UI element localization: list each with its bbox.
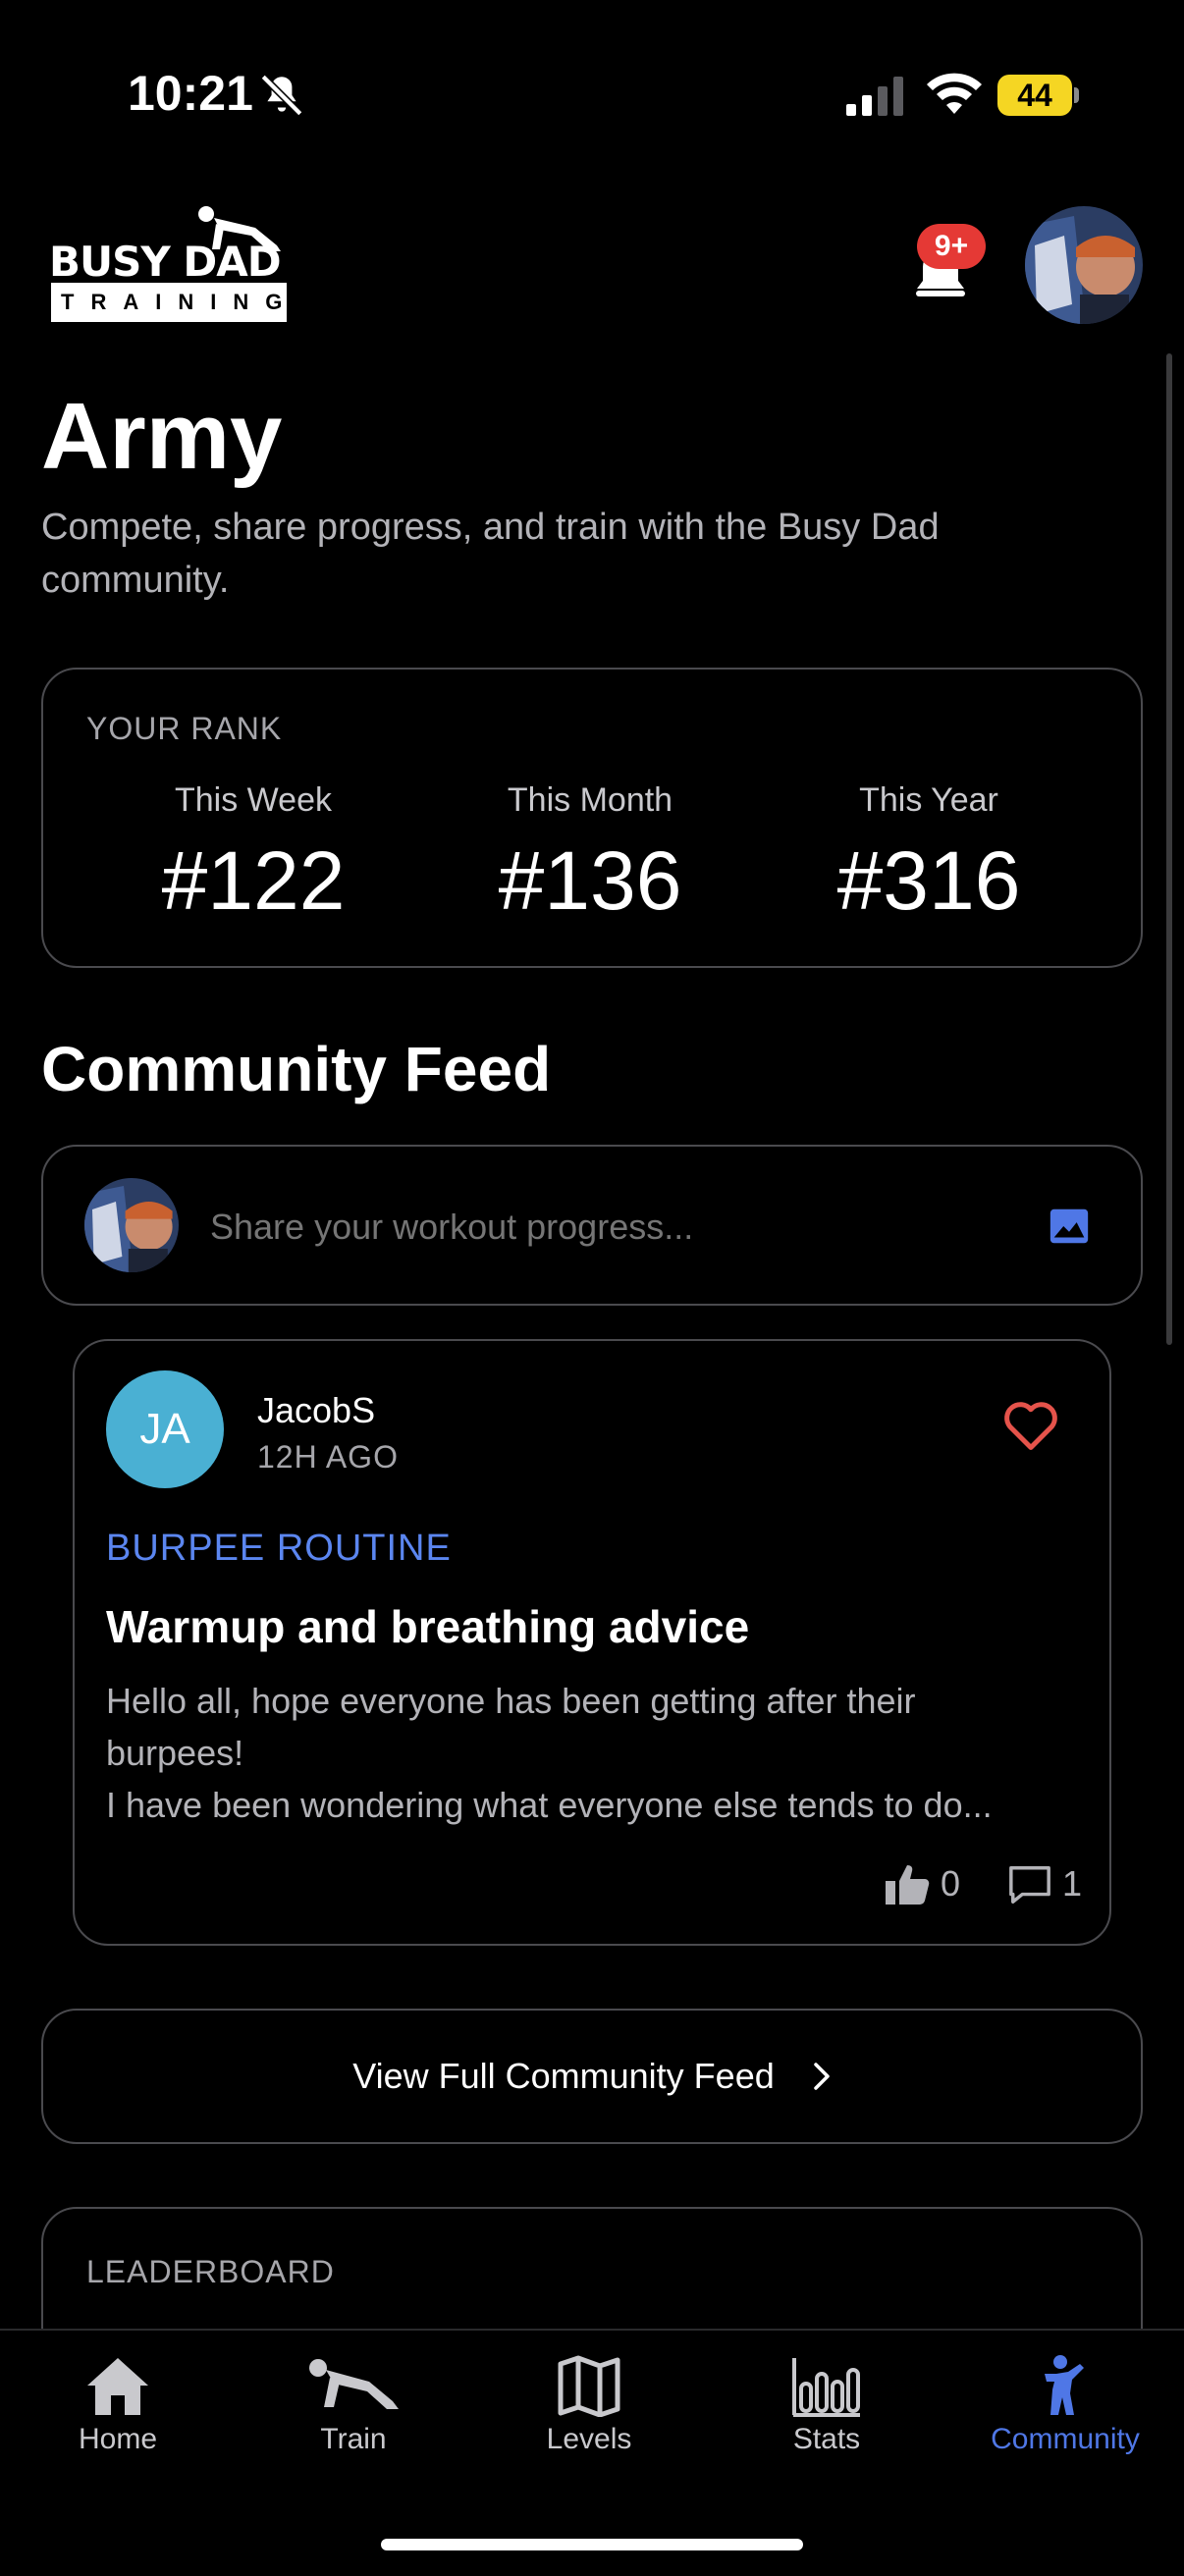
community-feed-title: Community Feed (41, 1034, 552, 1104)
rank-value: #122 (161, 834, 346, 927)
tab-label: Home (78, 2423, 158, 2455)
heart-icon[interactable] (1001, 1398, 1060, 1453)
composer-avatar-photo (84, 1178, 179, 1272)
rank-period-label: This Year (859, 781, 998, 819)
rank-value: #316 (836, 834, 1021, 927)
tab-label: Levels (546, 2423, 632, 2455)
bar-chart-icon (792, 2358, 860, 2417)
tab-label: Train (320, 2423, 387, 2455)
like-count: 0 (941, 1863, 961, 1904)
tab-train[interactable]: Train (255, 2354, 452, 2456)
page-title: Army (41, 384, 283, 489)
wifi-icon (927, 73, 982, 114)
page-subtitle: Compete, share progress, and train with … (41, 507, 940, 601)
view-full-feed-label: View Full Community Feed (352, 2056, 775, 2096)
leaderboard-label: LEADERBOARD (86, 2254, 335, 2289)
tab-levels[interactable]: Levels (491, 2354, 687, 2456)
post-body-line: burpees! (106, 1733, 244, 1773)
post-title[interactable]: Warmup and breathing advice (106, 1600, 749, 1653)
home-indicator[interactable] (381, 2539, 803, 2550)
logo-text-bottom: TRAINING (51, 283, 287, 322)
post-author-name[interactable]: JacobS (257, 1390, 375, 1431)
rank-period-label: This Week (175, 781, 332, 819)
home-icon (87, 2358, 148, 2415)
rank-value: #136 (498, 834, 682, 927)
post-author-avatar[interactable]: JA (106, 1370, 224, 1488)
view-full-feed-button[interactable]: View Full Community Feed (41, 2009, 1143, 2144)
rank-this-year: This Year #316 (781, 781, 1076, 929)
rank-this-week: This Week #122 (106, 781, 401, 929)
post-body-line: Hello all, hope everyone has been gettin… (106, 1681, 916, 1721)
tab-label: Community (991, 2423, 1140, 2455)
profile-photo (1025, 206, 1143, 324)
tab-label: Stats (792, 2423, 861, 2455)
post-body-line: I have been wondering what everyone else… (106, 1785, 993, 1825)
comment-icon[interactable] (1007, 1863, 1052, 1906)
profile-avatar[interactable] (1025, 206, 1143, 324)
post-category[interactable]: BURPEE ROUTINE (106, 1528, 452, 1570)
busy-dad-logo[interactable]: BUSY DAD TRAINING (49, 204, 291, 322)
notification-badge: 9+ (917, 224, 986, 269)
comment-count: 1 (1062, 1863, 1083, 1904)
logo-text-top: BUSY DAD (49, 238, 282, 286)
tab-home[interactable]: Home (20, 2354, 216, 2456)
rank-this-month: This Month #136 (443, 781, 737, 929)
tab-stats[interactable]: Stats (728, 2354, 925, 2456)
person-icon (1045, 2355, 1084, 2415)
battery-indicator: 44 (997, 75, 1080, 116)
map-icon (558, 2355, 620, 2417)
your-rank-label: YOUR RANK (86, 711, 283, 746)
scrollbar[interactable] (1166, 353, 1172, 1345)
bell-muted-icon (260, 74, 303, 117)
composer-avatar (84, 1178, 179, 1272)
post-body: Hello all, hope everyone has been gettin… (106, 1675, 1098, 1831)
tab-community[interactable]: Community (967, 2354, 1163, 2456)
battery-percent: 44 (1017, 78, 1052, 113)
thumbs-up-icon[interactable] (884, 1863, 931, 1906)
add-image-icon[interactable] (1047, 1204, 1092, 1249)
rank-period-label: This Month (507, 781, 673, 819)
chevron-right-icon (814, 2063, 830, 2090)
composer-input[interactable] (210, 1206, 996, 1249)
cellular-signal-icon (846, 77, 903, 116)
pushup-icon (309, 2359, 399, 2409)
status-time: 10:21 (128, 66, 253, 121)
post-timestamp: 12H AGO (257, 1439, 399, 1475)
